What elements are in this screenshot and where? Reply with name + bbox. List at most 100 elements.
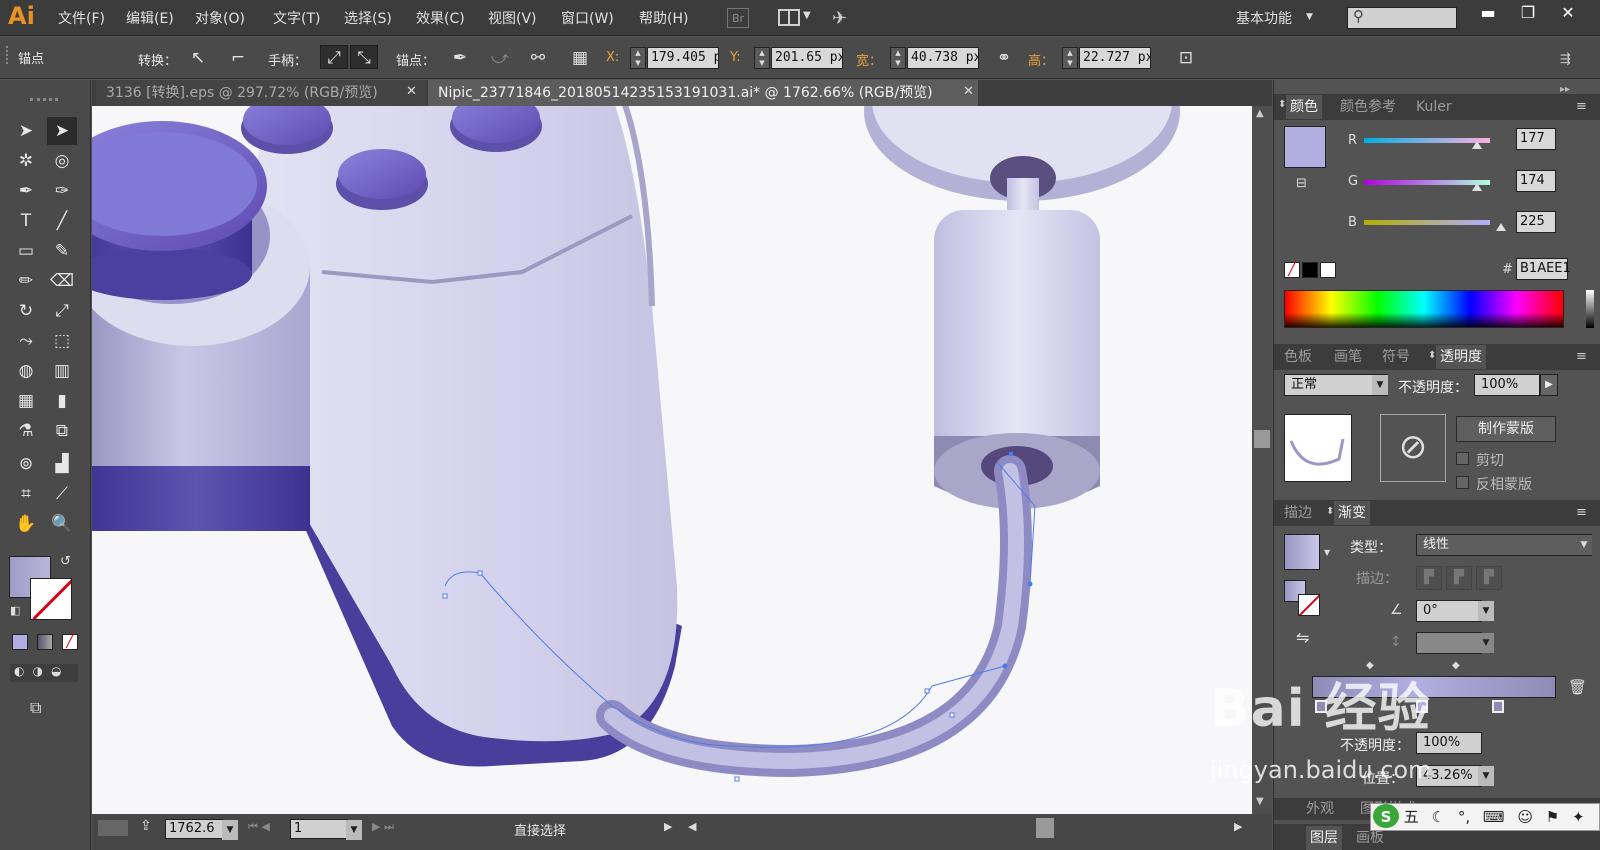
tab-brushes[interactable]: 画笔 xyxy=(1334,345,1362,369)
graph-tool-icon[interactable]: ▟ xyxy=(47,450,77,478)
scroll-up-icon[interactable]: ▲ xyxy=(1256,108,1264,119)
tab-swatches[interactable]: 色板 xyxy=(1284,345,1312,369)
next-artboard-icon[interactable]: ▶ ⏭ xyxy=(372,820,394,834)
out-of-gamut-icon[interactable]: ⊟ xyxy=(1296,176,1307,191)
b-slider-handle[interactable] xyxy=(1496,223,1506,231)
tab-document-1[interactable]: 3136 [转换].eps @ 297.72% (RGB/预览) xyxy=(96,80,426,106)
b-field[interactable]: 225 xyxy=(1516,211,1556,233)
tools-icon[interactable]: ✦ xyxy=(1572,808,1585,826)
chevron-down-icon[interactable]: ▼ xyxy=(1478,601,1494,621)
restore-button[interactable]: ❐ xyxy=(1508,0,1548,28)
y-stepper[interactable]: ▲ ▼ xyxy=(754,47,770,69)
tab-appearance[interactable]: 外观 xyxy=(1306,797,1334,821)
close-icon[interactable]: ✕ xyxy=(963,84,974,99)
menu-view[interactable]: 视图(V) xyxy=(488,8,537,28)
blend-tool-icon[interactable]: ⧉ xyxy=(47,417,77,445)
reference-point-icon[interactable]: ▦ xyxy=(566,46,594,70)
color-spectrum[interactable] xyxy=(1284,290,1564,328)
paintbrush-tool-icon[interactable]: ✎ xyxy=(47,237,77,265)
midpoint-diamond-icon[interactable]: ◆ xyxy=(1452,660,1460,671)
chevron-right-icon[interactable]: ▶ xyxy=(1540,374,1558,396)
pencil-tool-icon[interactable]: ✏ xyxy=(11,267,41,295)
shirt-icon[interactable]: ⚑ xyxy=(1546,808,1559,826)
type-tool-icon[interactable]: T xyxy=(11,207,41,235)
selection-tool-icon[interactable]: ➤ xyxy=(11,117,41,145)
mesh-tool-icon[interactable]: ▦ xyxy=(11,387,41,415)
hide-handles-icon[interactable]: ⤡ xyxy=(350,45,378,69)
vertical-scroll-thumb[interactable] xyxy=(1254,430,1270,448)
arrange-documents-icon[interactable] xyxy=(778,9,800,26)
sync-settings-icon[interactable]: ✈ xyxy=(832,8,847,29)
user-icon[interactable]: ☺ xyxy=(1517,808,1533,826)
b-slider[interactable] xyxy=(1364,220,1490,225)
export-icon[interactable]: ⇪ xyxy=(140,818,152,834)
angle-field[interactable]: 0° xyxy=(1416,600,1482,622)
make-mask-button[interactable]: 制作蒙版 xyxy=(1456,416,1556,442)
height-field[interactable]: 22.727 px xyxy=(1079,47,1151,69)
r-slider-handle[interactable] xyxy=(1472,141,1482,149)
zoom-tool-icon[interactable]: 🔍 xyxy=(47,510,77,538)
stroke-swatch[interactable] xyxy=(30,578,72,620)
line-tool-icon[interactable]: ╱ xyxy=(47,207,77,235)
hex-field[interactable]: B1AEE1 xyxy=(1516,258,1571,280)
y-field[interactable]: 201.65 px xyxy=(771,47,843,69)
trash-icon[interactable]: 🗑 xyxy=(1568,678,1587,696)
tab-kuler[interactable]: Kuler xyxy=(1416,95,1452,119)
menu-effect[interactable]: 效果(C) xyxy=(416,8,465,28)
chevron-down-icon[interactable]: ▼ xyxy=(346,820,362,840)
magic-wand-tool-icon[interactable]: ✲ xyxy=(11,147,41,175)
chevron-down-icon[interactable]: ▼ xyxy=(1372,375,1388,395)
menu-type[interactable]: 文字(T) xyxy=(273,8,320,28)
screen-mode-icon[interactable]: ⧉ xyxy=(30,698,41,718)
scale-tool-icon[interactable]: ⤢ xyxy=(47,297,77,325)
width-field[interactable]: 40.738 px xyxy=(907,47,979,69)
show-handles-icon[interactable]: ⤢ xyxy=(320,45,348,69)
convert-to-smooth-icon[interactable]: ⌐ xyxy=(224,46,252,70)
gradient-tool-icon[interactable]: ▮ xyxy=(47,387,77,415)
tab-stroke[interactable]: 描边 xyxy=(1284,501,1312,525)
panel-menu-icon[interactable]: ≡ xyxy=(1576,505,1587,520)
scroll-down-icon[interactable]: ▼ xyxy=(1256,796,1264,807)
object-thumbnail[interactable] xyxy=(1284,414,1352,482)
tab-layers[interactable]: 图层 xyxy=(1306,826,1342,850)
workspace-switcher[interactable]: 基本功能 xyxy=(1236,8,1292,28)
g-slider-handle[interactable] xyxy=(1472,183,1482,191)
none-mode-icon[interactable]: ╱ xyxy=(62,634,78,650)
isolate-icon[interactable]: ⊡ xyxy=(1172,46,1200,70)
link-proportions-icon[interactable]: ⚭ xyxy=(990,46,1018,70)
opacity-field[interactable]: 100% xyxy=(1474,374,1540,396)
delete-anchor-icon[interactable]: ✒ xyxy=(446,46,474,70)
perspective-grid-tool-icon[interactable]: ▥ xyxy=(47,357,77,385)
rotate-tool-icon[interactable]: ↻ xyxy=(11,297,41,325)
menu-select[interactable]: 选择(S) xyxy=(344,8,392,28)
close-icon[interactable]: ✕ xyxy=(406,84,417,99)
gradient-preview-swatch[interactable] xyxy=(1284,534,1320,570)
horizontal-scroll-thumb[interactable] xyxy=(1036,818,1054,838)
x-field[interactable]: 179.405 p xyxy=(647,47,719,69)
tab-color[interactable]: 颜色 xyxy=(1286,95,1322,119)
gradient-mode-icon[interactable] xyxy=(37,634,53,650)
artboard-field[interactable]: 1 xyxy=(290,819,348,839)
tab-symbols[interactable]: 符号 xyxy=(1382,345,1410,369)
scroll-left-icon[interactable]: ◀ xyxy=(688,820,696,833)
scroll-right-icon[interactable]: ▶ xyxy=(1234,820,1242,833)
pen-tool-icon[interactable]: ✒ xyxy=(11,177,41,205)
current-color-swatch[interactable] xyxy=(1284,126,1326,168)
chevron-down-icon[interactable]: ▼ xyxy=(1324,548,1330,557)
width-tool-icon[interactable]: ⤳ xyxy=(11,327,41,355)
punctuation-icon[interactable]: °, xyxy=(1458,808,1470,826)
none-color-icon[interactable]: ╱ xyxy=(1284,262,1300,278)
r-field[interactable]: 177 xyxy=(1516,128,1556,150)
menu-help[interactable]: 帮助(H) xyxy=(639,8,688,28)
gradient-stop[interactable] xyxy=(1492,700,1504,713)
panel-menu-icon[interactable]: ⇶ xyxy=(1560,52,1571,67)
free-transform-tool-icon[interactable]: ⬚ xyxy=(47,327,77,355)
ime-toolbar[interactable]: S 五 ☾ °, ⌨ ☺ ⚑ ✦ xyxy=(1370,803,1600,831)
x-stepper[interactable]: ▲ ▼ xyxy=(630,47,646,69)
tab-gradient[interactable]: 渐变 xyxy=(1334,501,1370,525)
color-mode-icon[interactable] xyxy=(12,634,28,650)
draw-modes[interactable]: ◐◑◒ xyxy=(10,664,78,682)
hand-tool-icon[interactable]: ✋ xyxy=(11,510,41,538)
eraser-tool-icon[interactable]: ⌫ xyxy=(47,267,77,295)
reverse-gradient-icon[interactable]: ⇋ xyxy=(1296,628,1309,647)
